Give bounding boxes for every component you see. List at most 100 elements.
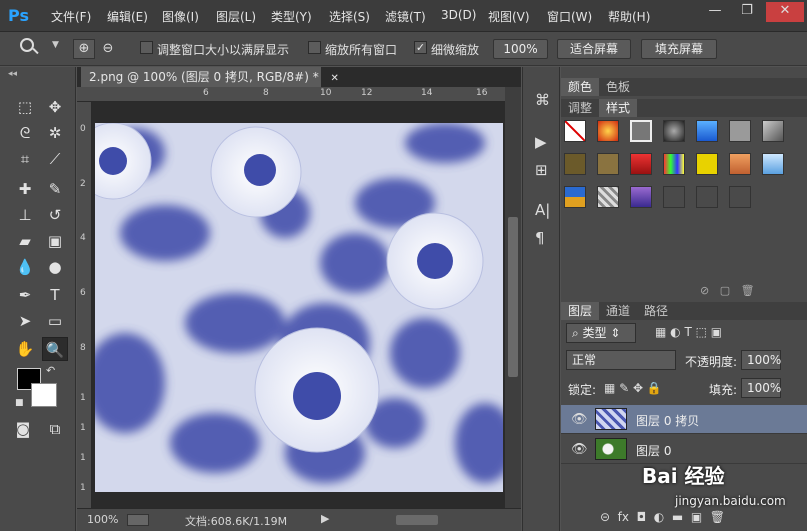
status-zoom[interactable]: 100%	[87, 513, 118, 526]
fill-screen-button[interactable]: 填充屏幕	[641, 39, 717, 59]
menu-edit[interactable]: 编辑(E)	[107, 8, 148, 25]
opacity-input[interactable]: 100%	[741, 350, 781, 370]
style-swatch[interactable]	[597, 186, 619, 208]
style-swatch[interactable]	[762, 153, 784, 175]
vertical-scrollbar[interactable]	[505, 87, 521, 508]
horizontal-scroll-thumb[interactable]	[396, 515, 438, 525]
path-selection-icon[interactable]: ➤	[12, 309, 38, 333]
zoom-all-checkbox[interactable]	[308, 41, 321, 54]
fill-input[interactable]: 100%	[741, 378, 781, 398]
swap-colors-icon[interactable]: ↶	[46, 364, 55, 377]
style-swatch[interactable]	[630, 186, 652, 208]
style-swatch[interactable]	[564, 186, 586, 208]
zoom-in-icon[interactable]: ⊕	[73, 39, 95, 59]
zoom-out-icon[interactable]: ⊖	[97, 39, 119, 59]
style-swatch[interactable]	[729, 153, 751, 175]
history-icon[interactable]: ⌘	[535, 91, 550, 109]
document-tab[interactable]: 2.png @ 100% (图层 0 拷贝, RGB/8#) * ✕	[81, 67, 339, 87]
brush-icon[interactable]: ✎	[42, 177, 68, 201]
style-swatch[interactable]	[663, 186, 685, 208]
type-icon[interactable]: T	[42, 283, 68, 307]
crop-icon[interactable]: ⌗	[12, 147, 38, 171]
zoom-100-button[interactable]: 100%	[493, 39, 548, 59]
layers-footer-icons[interactable]: ⊝ fx ◘ ◐ ▬ ▣ 🗑	[600, 510, 725, 524]
collapse-icon[interactable]: ◂◂	[8, 69, 17, 79]
marquee-icon[interactable]: ⬚	[12, 95, 38, 119]
style-swatch[interactable]	[630, 120, 652, 142]
tab-swatches[interactable]: 色板	[599, 78, 637, 96]
style-none[interactable]	[564, 120, 586, 142]
style-swatch[interactable]	[762, 120, 784, 142]
clone-stamp-icon[interactable]: ⊥	[12, 203, 38, 227]
style-swatch[interactable]	[564, 153, 586, 175]
tab-paths[interactable]: 路径	[637, 302, 675, 320]
layer-name[interactable]: 图层 0	[636, 442, 671, 459]
menu-file[interactable]: 文件(F)	[51, 8, 91, 25]
status-menu-arrow-icon[interactable]: ▶	[321, 512, 329, 525]
chevron-down-icon[interactable]: ▼	[52, 40, 59, 50]
scrollbar-thumb[interactable]	[508, 217, 518, 377]
menu-filter[interactable]: 滤镜(T)	[385, 8, 426, 25]
screen-mode-icon[interactable]: ⧉	[42, 417, 68, 441]
layer-filter-icons[interactable]: ▦ ◐ T ⬚ ▣	[655, 325, 722, 339]
styles-footer-icons[interactable]: ⊘ ▢ 🗑	[700, 284, 755, 297]
lock-icons[interactable]: ▦ ✎ ✥ 🔒	[604, 381, 662, 395]
zoom-tool-icon[interactable]	[20, 38, 34, 52]
lasso-icon[interactable]: ᘓ	[12, 121, 38, 145]
resize-windows-checkbox[interactable]	[140, 41, 153, 54]
actions-icon[interactable]: ▶	[535, 133, 547, 151]
eye-icon[interactable]: 👁	[571, 442, 588, 457]
dodge-icon[interactable]: ●	[42, 255, 68, 279]
canvas-image[interactable]	[95, 123, 503, 492]
character-icon[interactable]: A|	[535, 201, 550, 219]
menu-help[interactable]: 帮助(H)	[608, 8, 650, 25]
background-color-swatch[interactable]	[31, 383, 57, 407]
rectangle-icon[interactable]: ▭	[42, 309, 68, 333]
eye-icon[interactable]: 👁	[571, 412, 588, 427]
style-swatch[interactable]	[630, 153, 652, 175]
layer-name[interactable]: 图层 0 拷贝	[636, 412, 699, 429]
restore-button[interactable]: ❐	[735, 2, 759, 22]
style-swatch[interactable]	[597, 153, 619, 175]
paragraph-icon[interactable]: ¶	[535, 229, 545, 247]
menu-image[interactable]: 图像(I)	[162, 8, 199, 25]
zoom-icon[interactable]: 🔍	[42, 337, 68, 361]
fit-screen-button[interactable]: 适合屏幕	[557, 39, 631, 59]
blur-icon[interactable]: 💧	[12, 255, 38, 279]
layer-row-selected[interactable]: 👁 图层 0 拷贝	[561, 405, 807, 434]
tab-styles[interactable]: 样式	[599, 99, 638, 117]
history-brush-icon[interactable]: ↺	[42, 203, 68, 227]
menu-layer[interactable]: 图层(L)	[216, 8, 256, 25]
style-swatch[interactable]	[696, 186, 718, 208]
eyedropper-icon[interactable]: ⟋	[42, 147, 68, 171]
pen-icon[interactable]: ✒	[12, 283, 38, 307]
quick-mask-icon[interactable]: ◙	[10, 417, 36, 441]
style-swatch[interactable]	[597, 120, 619, 142]
healing-brush-icon[interactable]: ✚	[12, 177, 38, 201]
style-swatch[interactable]	[729, 120, 751, 142]
tab-channels[interactable]: 通道	[599, 302, 637, 320]
layer-filter-select[interactable]: ⌕ 类型 ⇕	[566, 323, 636, 343]
menu-window[interactable]: 窗口(W)	[547, 8, 592, 25]
blend-mode-select[interactable]: 正常	[566, 350, 676, 370]
menu-3d[interactable]: 3D(D)	[441, 8, 476, 22]
gradient-icon[interactable]: ▣	[42, 229, 68, 253]
eraser-icon[interactable]: ▰	[12, 229, 38, 253]
style-swatch[interactable]	[729, 186, 751, 208]
style-swatch[interactable]	[696, 153, 718, 175]
menu-select[interactable]: 选择(S)	[329, 8, 370, 25]
close-button[interactable]: ✕	[766, 2, 804, 22]
tab-layers[interactable]: 图层	[561, 302, 600, 320]
minimize-button[interactable]: —	[703, 2, 727, 22]
style-swatch[interactable]	[696, 120, 718, 142]
menu-type[interactable]: 类型(Y)	[271, 8, 312, 25]
tab-adjustments[interactable]: 调整	[561, 99, 599, 117]
magic-wand-icon[interactable]: ✲	[42, 121, 68, 145]
style-swatch[interactable]	[663, 120, 685, 142]
style-swatch[interactable]	[663, 153, 685, 175]
move-icon[interactable]: ✥	[42, 95, 68, 119]
close-tab-icon[interactable]: ✕	[331, 73, 339, 84]
scrubby-zoom-checkbox[interactable]: ✓	[414, 41, 427, 54]
menu-view[interactable]: 视图(V)	[488, 8, 530, 25]
hand-icon[interactable]: ✋	[12, 337, 38, 361]
